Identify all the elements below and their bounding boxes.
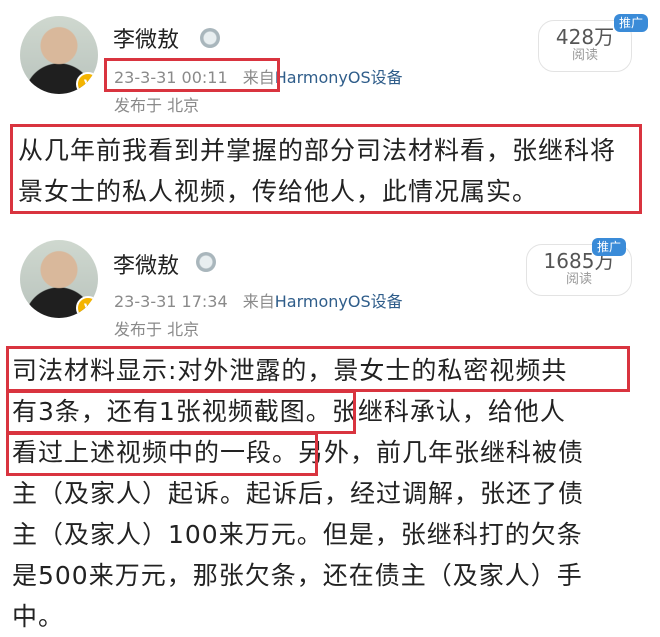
read-label: 阅读: [571, 48, 598, 63]
source-prefix: 来自: [242, 292, 275, 311]
author-name[interactable]: 李微敖: [113, 22, 179, 54]
post-source[interactable]: HarmonyOS设备: [275, 292, 403, 311]
highlight-box-text: [10, 124, 642, 214]
verified-badge-icon: v: [76, 296, 98, 318]
post-text-line: 主（及家人）100来万元。但是，张继科打的欠条: [12, 520, 583, 549]
post-timestamp: 23-3-31 17:34: [114, 292, 228, 311]
post-source[interactable]: HarmonyOS设备: [275, 68, 403, 87]
highlight-box-line-3: [6, 432, 318, 476]
post-meta: 23-3-31 17:34 来自HarmonyOS设备: [114, 288, 403, 312]
weibo-post-1: v 李微敖 23-3-31 00:11 来自HarmonyOS设备 发布于 北京…: [0, 0, 660, 220]
promo-badge[interactable]: 推广: [592, 238, 627, 256]
post-location: 发布于 北京: [114, 96, 200, 115]
post-location: 发布于 北京: [114, 320, 200, 339]
promo-badge[interactable]: 推广: [614, 14, 649, 32]
highlight-box-timestamp: [104, 58, 280, 92]
highlight-box-line-2: [6, 390, 356, 434]
highlight-box-line-1: [6, 346, 630, 392]
author-avatar[interactable]: v: [20, 16, 98, 94]
weibo-post-2: v 李微敖 23-3-31 17:34 来自HarmonyOS设备 发布于 北京…: [0, 228, 660, 631]
author-avatar[interactable]: v: [20, 240, 98, 318]
read-label: 阅读: [565, 272, 592, 287]
post-text-line: 是500来万元，那张欠条，还在债主（及家人）手: [12, 561, 583, 590]
verified-badge-icon: v: [76, 72, 98, 94]
medal-icon: [196, 252, 216, 272]
medal-icon: [200, 28, 220, 48]
author-name[interactable]: 李微敖: [113, 248, 179, 280]
post-text-line: 主（及家人）起诉。起诉后，经过调解，张还了债: [12, 479, 585, 508]
